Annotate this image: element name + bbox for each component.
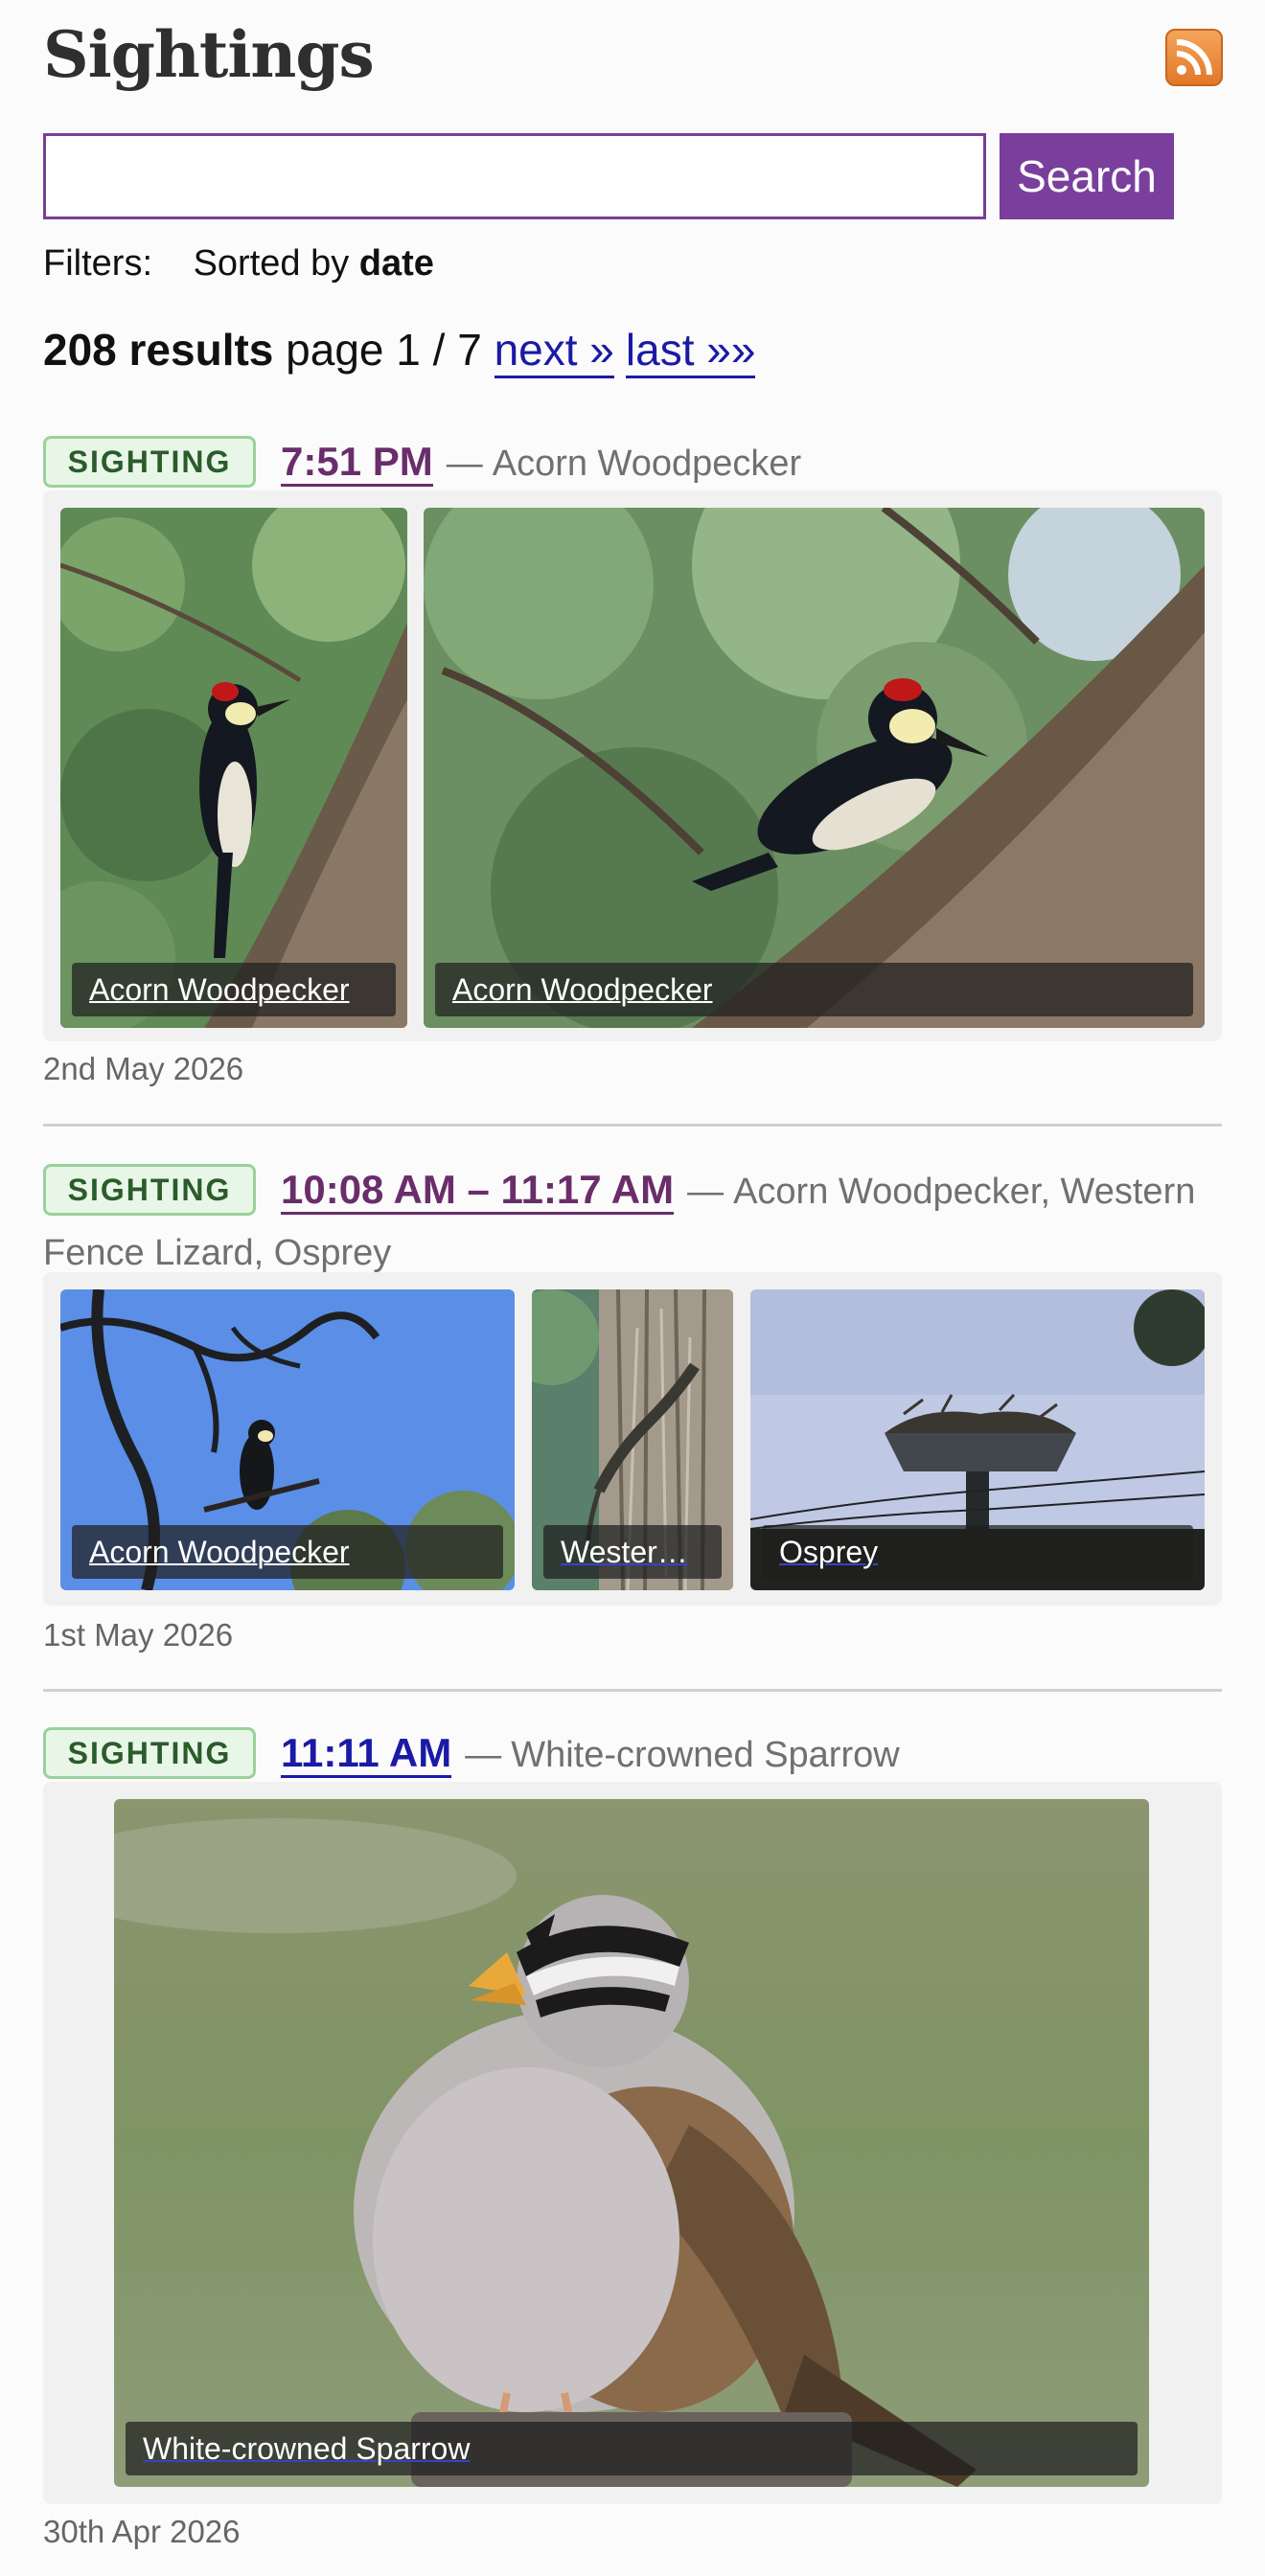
- sighting-card: SIGHTING 7:51 PM — Acorn Woodpecker Acor…: [43, 431, 1222, 1127]
- filters-label: Filters:: [43, 243, 152, 284]
- sighting-time-link[interactable]: 7:51 PM: [281, 439, 433, 487]
- page-indicator: page 1 / 7: [286, 325, 482, 375]
- photo-caption[interactable]: White-crowned Sparrow: [126, 2422, 1138, 2475]
- sort-prefix: Sorted by: [193, 243, 350, 284]
- sighting-photo[interactable]: Osprey: [750, 1289, 1205, 1590]
- page-title: Sightings: [43, 17, 375, 92]
- search-input[interactable]: [43, 133, 986, 219]
- sighting-card: SIGHTING 11:11 AM — White-crowned Sparrow: [43, 1722, 1222, 2549]
- sighting-date: 2nd May 2026: [43, 1051, 244, 1086]
- sighting-header: SIGHTING 7:51 PM — Acorn Woodpecker: [43, 431, 1222, 494]
- page-header: Sightings: [43, 0, 1223, 117]
- sighting-photo[interactable]: Acorn Woodpecker: [60, 508, 407, 1028]
- divider: [43, 1689, 1222, 1692]
- sighting-photo[interactable]: Acorn Woodpecker: [60, 1289, 515, 1590]
- photo-caption[interactable]: Wester…: [543, 1525, 722, 1579]
- white-crowned-sparrow-photo: [114, 1799, 1149, 2487]
- next-page-link[interactable]: next »: [494, 325, 614, 378]
- sighting-time-link[interactable]: 11:11 AM: [281, 1730, 452, 1778]
- sighting-badge: SIGHTING: [43, 1163, 256, 1216]
- photo-gallery: Acorn Woodpecker Acorn Woodpecker: [43, 490, 1222, 1041]
- acorn-woodpecker-photo: [60, 508, 407, 1028]
- sighting-date: 1st May 2026: [43, 1617, 234, 1653]
- sighting-badge: SIGHTING: [43, 435, 256, 488]
- separator-dash: —: [687, 1172, 724, 1212]
- photo-caption[interactable]: Acorn Woodpecker: [72, 963, 396, 1016]
- sighting-date: 30th Apr 2026: [43, 2514, 241, 2549]
- last-page-link[interactable]: last »»: [625, 325, 756, 378]
- separator-dash: —: [465, 1735, 502, 1775]
- photo-caption[interactable]: Acorn Woodpecker: [72, 1525, 503, 1579]
- divider: [43, 1124, 1222, 1127]
- photo-gallery: Acorn Woodpecker Wester… Osprey: [43, 1272, 1222, 1606]
- acorn-woodpecker-photo: [424, 508, 1205, 1028]
- sighting-header: SIGHTING 10:08 AM – 11:17 AM — Acorn Woodpe…: [43, 1159, 1222, 1284]
- page: Sightings Search Filters: Sorted by date…: [43, 0, 1223, 2549]
- sighting-header: SIGHTING 11:11 AM — White-crowned Sparrow: [43, 1722, 1222, 1786]
- sighting-time-link[interactable]: 10:08 AM – 11:17 AM: [281, 1167, 675, 1215]
- rss-icon[interactable]: [1165, 29, 1223, 86]
- search-form: Search: [43, 133, 1222, 219]
- photo-caption[interactable]: Osprey: [762, 1525, 1193, 1579]
- sort-value[interactable]: date: [359, 243, 434, 284]
- results-summary: 208 results page 1 / 7 next » last »»: [43, 324, 756, 378]
- sighting-card: SIGHTING 10:08 AM – 11:17 AM — Acorn Woodpe…: [43, 1159, 1222, 1692]
- sighting-badge: SIGHTING: [43, 1726, 256, 1779]
- sighting-photo[interactable]: Wester…: [532, 1289, 733, 1590]
- photo-gallery: White-crowned Sparrow: [43, 1782, 1222, 2504]
- sighting-photo[interactable]: White-crowned Sparrow: [114, 1799, 1149, 2487]
- separator-dash: —: [446, 444, 483, 484]
- filters-bar: Filters: Sorted by date: [43, 243, 434, 285]
- results-count: 208 results: [43, 325, 274, 375]
- species-list: White-crowned Sparrow: [511, 1735, 900, 1775]
- photo-caption[interactable]: Acorn Woodpecker: [435, 963, 1193, 1016]
- search-button[interactable]: Search: [1000, 133, 1174, 219]
- species-list: Acorn Woodpecker: [492, 444, 802, 484]
- sighting-photo[interactable]: Acorn Woodpecker: [424, 508, 1205, 1028]
